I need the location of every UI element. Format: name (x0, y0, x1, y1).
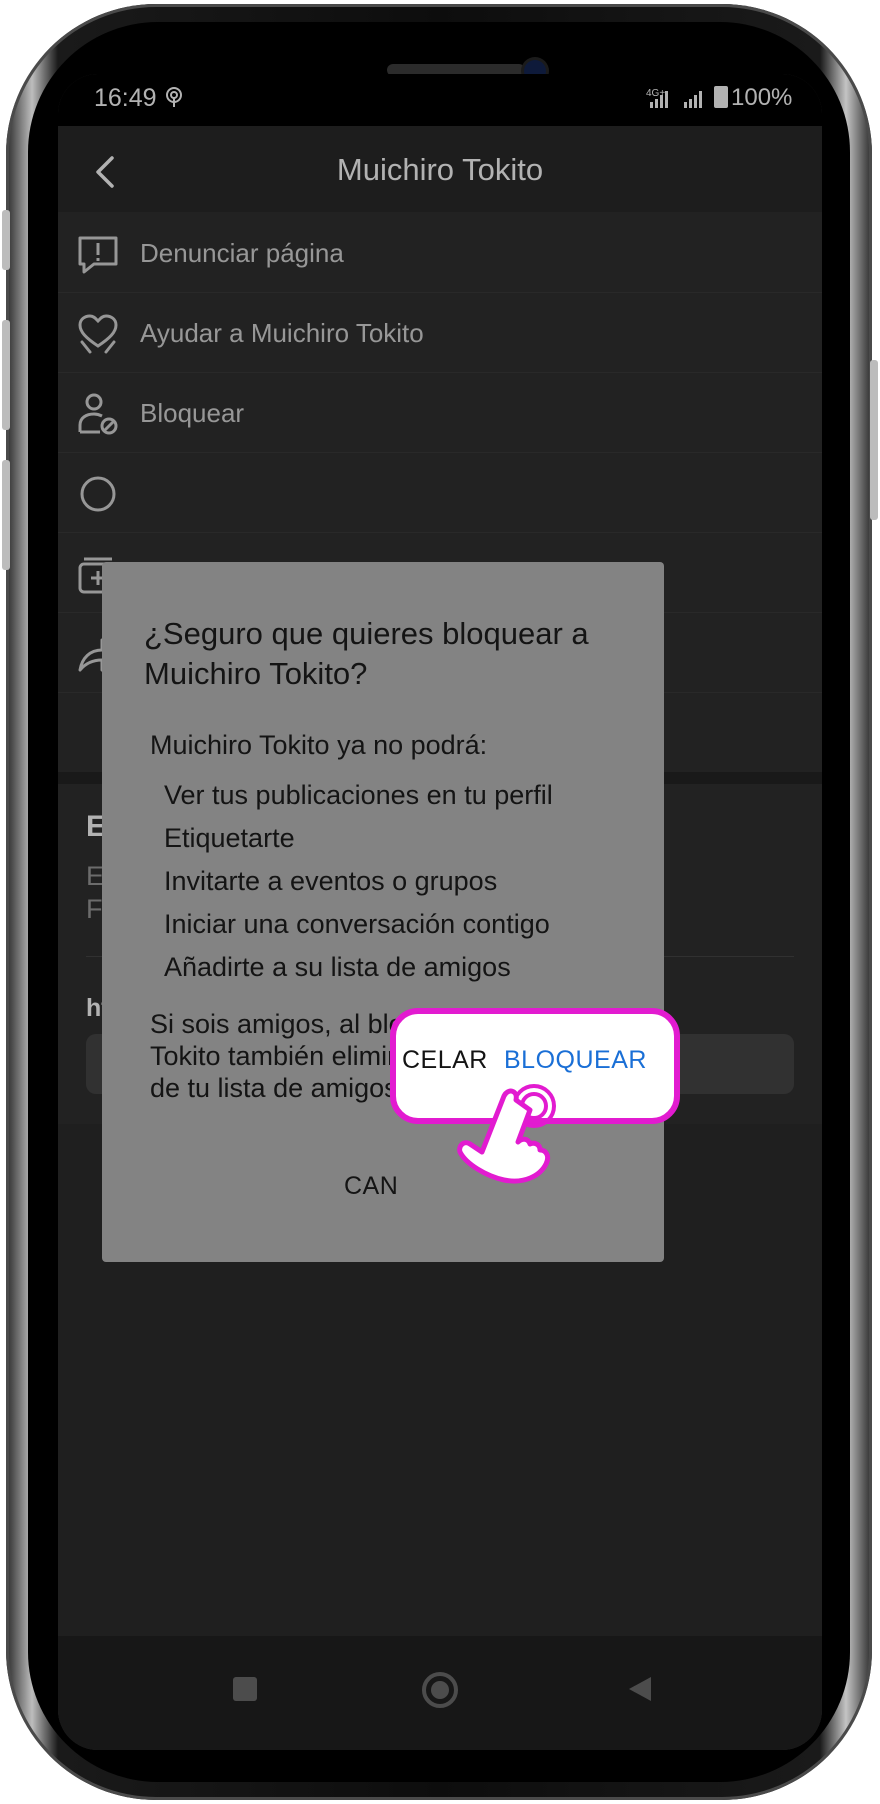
list-item: Iniciar una conversación contigo (164, 909, 550, 939)
list-item: Añadirte a su lista de amigos (164, 952, 511, 982)
restriction-list: Ver tus publicaciones en tu perfil Etiqu… (164, 774, 553, 989)
volume-button (2, 460, 10, 570)
dialog-title: ¿Seguro que quieres bloquear a Muichiro … (144, 616, 589, 691)
block-confirm-dialog: ¿Seguro que quieres bloquear a Muichiro … (102, 562, 664, 1262)
cancel-button[interactable]: CAN (344, 1172, 398, 1201)
tap-hand-icon (457, 1084, 556, 1184)
list-item: Invitarte a eventos o grupos (164, 866, 498, 896)
block-button[interactable]: BLOQUEAR (504, 1046, 647, 1075)
dialog-actions: CAN (102, 1172, 664, 1212)
power-button (870, 360, 878, 520)
dialog-subhead: Muichiro Tokito ya no podrá: (150, 730, 488, 760)
volume-button (2, 320, 10, 430)
volume-button (2, 210, 10, 270)
list-item: Etiquetarte (164, 823, 295, 853)
list-item: Ver tus publicaciones en tu perfil (164, 780, 553, 810)
screen: 16:49 4G+ 100% Muichiro Tokito Denunciar… (58, 74, 822, 1750)
cancel-button-tail[interactable]: CELAR (402, 1046, 488, 1075)
